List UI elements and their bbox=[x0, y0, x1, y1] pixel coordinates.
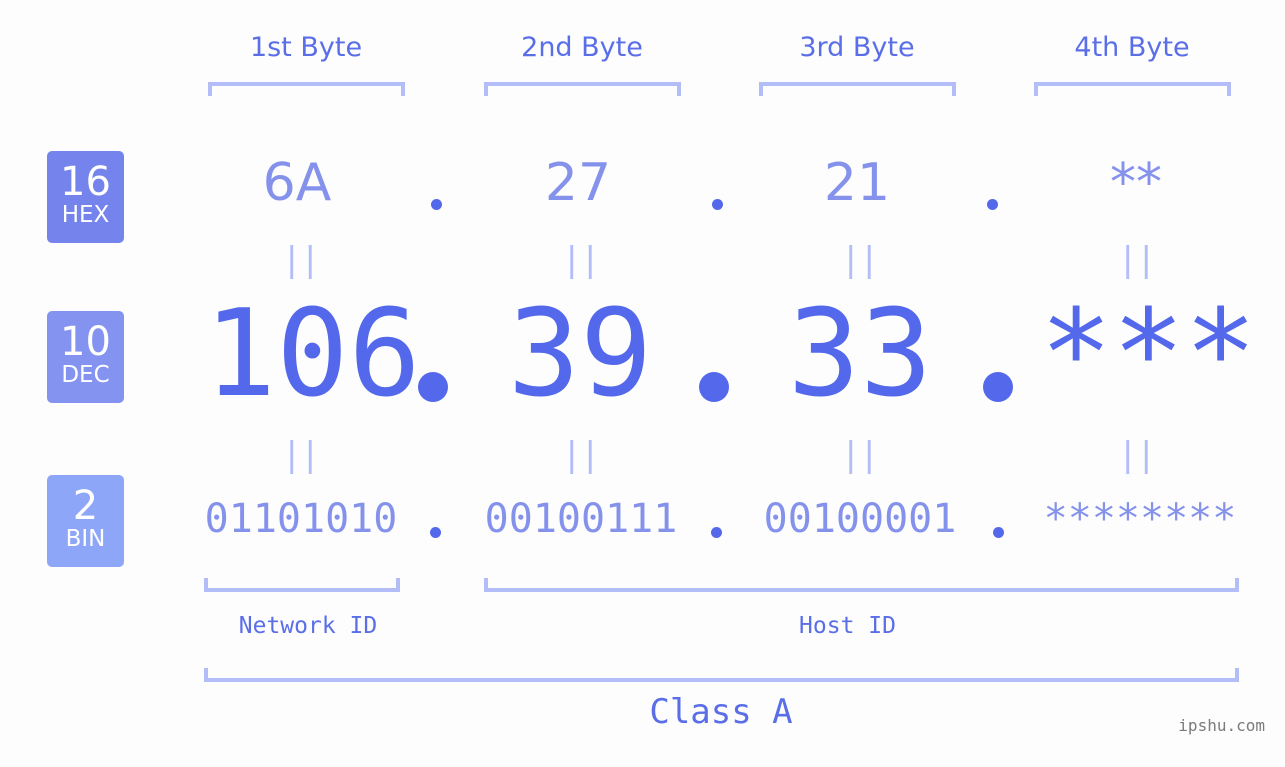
hex-separator-dot bbox=[987, 199, 998, 210]
bin-value-3: 00100001 bbox=[763, 496, 957, 542]
equals-sign: || bbox=[1117, 435, 1157, 475]
byte-bracket-2 bbox=[484, 82, 681, 96]
bin-value-4: ******** bbox=[1043, 496, 1237, 542]
byte-label-2: 2nd Byte bbox=[521, 32, 643, 63]
hex-value-4: ** bbox=[1110, 153, 1162, 213]
host-id-label: Host ID bbox=[799, 613, 896, 639]
dec-separator-dot bbox=[418, 372, 448, 402]
equals-sign: || bbox=[1117, 240, 1157, 280]
bin-value-2: 00100111 bbox=[484, 496, 678, 542]
network-id-bracket bbox=[204, 578, 400, 592]
equals-sign: || bbox=[561, 435, 601, 475]
equals-sign: || bbox=[281, 240, 321, 280]
bin-separator-dot bbox=[430, 527, 441, 538]
equals-sign: || bbox=[561, 240, 601, 280]
network-id-label: Network ID bbox=[238, 613, 378, 639]
equals-sign: || bbox=[281, 435, 321, 475]
hex-value-2: 27 bbox=[544, 153, 612, 213]
dec-value-3: 33 bbox=[787, 285, 933, 424]
bin-value-1: 01101010 bbox=[204, 496, 398, 542]
hex-value-1: 6A bbox=[262, 153, 332, 213]
byte-bracket-3 bbox=[759, 82, 956, 96]
hex-badge: 16 HEX bbox=[47, 151, 124, 243]
byte-label-1: 1st Byte bbox=[249, 32, 363, 63]
dec-separator-dot bbox=[699, 372, 729, 402]
byte-label-4: 4th Byte bbox=[1074, 32, 1190, 63]
class-bracket bbox=[204, 668, 1239, 682]
dec-value-4: *** bbox=[1040, 285, 1257, 424]
byte-bracket-1 bbox=[208, 82, 405, 96]
equals-sign: || bbox=[840, 240, 880, 280]
dec-badge-label: DEC bbox=[61, 362, 110, 388]
hex-separator-dot bbox=[431, 199, 442, 210]
dec-value-2: 39 bbox=[507, 285, 653, 424]
bin-badge-label: BIN bbox=[65, 526, 106, 552]
hex-badge-number: 16 bbox=[60, 159, 111, 205]
ip-class-label: Class A bbox=[649, 692, 793, 732]
dec-badge: 10 DEC bbox=[47, 311, 124, 403]
dec-value-1: 106 bbox=[204, 285, 421, 424]
byte-label-3: 3rd Byte bbox=[799, 32, 915, 63]
dec-separator-dot bbox=[983, 372, 1013, 402]
bin-badge-number: 2 bbox=[72, 483, 99, 529]
equals-sign: || bbox=[840, 435, 880, 475]
bin-badge: 2 BIN bbox=[47, 475, 124, 567]
host-id-bracket bbox=[484, 578, 1239, 592]
hex-badge-label: HEX bbox=[61, 202, 110, 228]
byte-bracket-4 bbox=[1034, 82, 1231, 96]
hex-value-3: 21 bbox=[823, 153, 891, 213]
bin-separator-dot bbox=[993, 527, 1004, 538]
watermark: ipshu.com bbox=[1178, 716, 1265, 735]
hex-separator-dot bbox=[712, 199, 723, 210]
bin-separator-dot bbox=[711, 527, 722, 538]
dec-badge-number: 10 bbox=[60, 319, 111, 365]
